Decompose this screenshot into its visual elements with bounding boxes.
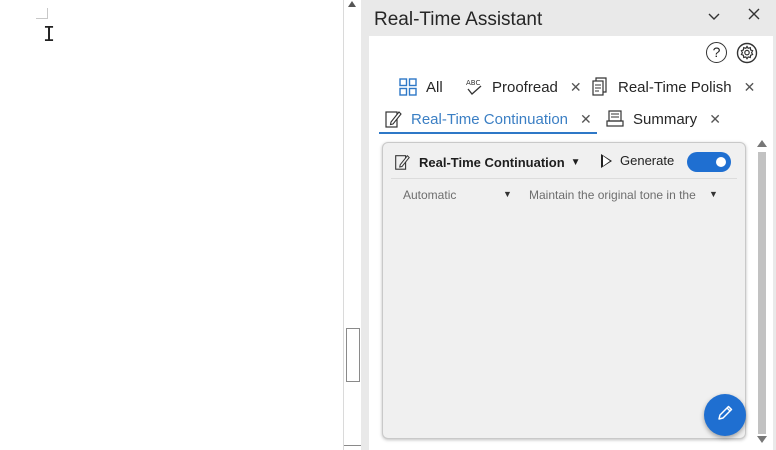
pane-scrollbar[interactable] xyxy=(757,140,767,445)
assistant-pane: Real-Time Assistant ? All ABC Proofread … xyxy=(361,0,776,450)
generate-button[interactable]: Generate xyxy=(601,153,674,168)
scrollbar-thumb[interactable] xyxy=(346,328,360,382)
tone-select[interactable]: Maintain the original tone in the xyxy=(529,188,696,202)
tab-summary-label: Summary xyxy=(633,110,698,128)
tab-proofread-label: Proofread xyxy=(492,78,558,96)
generate-label: Generate xyxy=(620,153,675,168)
pane-close-icon[interactable] xyxy=(747,7,761,26)
pane-options-chevron-icon[interactable] xyxy=(707,9,721,25)
tab-real-time-continuation-label: Real-Time Continuation xyxy=(411,110,569,128)
document-canvas[interactable]: I xyxy=(0,0,344,450)
tab-real-time-polish[interactable]: Real-Time Polish ✕ xyxy=(590,75,755,99)
tab-proofread[interactable]: ABC Proofread ✕ xyxy=(464,75,582,99)
mode-dropdown[interactable]: Real-Time Continuation ▼ xyxy=(393,153,581,171)
margin-mark-vertical xyxy=(47,8,48,19)
toggle-knob xyxy=(716,157,726,167)
scrollbar-bottom-edge xyxy=(344,445,361,446)
generate-toggle[interactable] xyxy=(687,152,731,172)
svg-text:ABC: ABC xyxy=(466,79,480,87)
document-icon xyxy=(590,77,610,97)
tab-real-time-polish-close-icon[interactable]: ✕ xyxy=(744,79,756,96)
pane-scroll-up-icon[interactable] xyxy=(757,140,767,147)
compose-fab-button[interactable] xyxy=(704,394,746,436)
tone-caret-down-icon[interactable]: ▼ xyxy=(709,189,718,199)
tab-real-time-polish-label: Real-Time Polish xyxy=(618,78,732,96)
help-button[interactable]: ? xyxy=(706,42,727,63)
tab-all-label: All xyxy=(426,78,443,96)
margin-mark-horizontal xyxy=(36,18,47,19)
length-caret-down-icon[interactable]: ▼ xyxy=(503,189,512,199)
continuation-card: Real-Time Continuation ▼ Generate Automa… xyxy=(382,142,746,439)
tab-summary[interactable]: Summary ✕ xyxy=(605,107,721,131)
pane-scroll-track[interactable] xyxy=(758,152,766,434)
text-cursor-icon: I xyxy=(43,22,56,46)
edit-document-icon xyxy=(393,153,411,171)
length-select[interactable]: Automatic xyxy=(403,188,456,202)
settings-gear-icon[interactable] xyxy=(736,42,758,64)
assistant-panel: ? All ABC Proofread ✕ Real-Time Polish ✕… xyxy=(369,36,773,450)
summary-icon xyxy=(605,109,625,129)
tab-real-time-continuation-close-icon[interactable]: ✕ xyxy=(580,111,592,128)
tab-summary-close-icon[interactable]: ✕ xyxy=(709,111,721,128)
play-icon xyxy=(601,153,612,168)
tab-real-time-continuation[interactable]: Real-Time Continuation ✕ xyxy=(383,107,592,131)
edit-document-icon xyxy=(383,109,403,129)
mode-dropdown-label: Real-Time Continuation xyxy=(419,154,565,170)
abc-check-icon: ABC xyxy=(464,77,484,97)
pencil-icon xyxy=(716,404,734,427)
grid-icon xyxy=(398,77,418,97)
scroll-up-arrow-icon[interactable] xyxy=(348,1,356,7)
pane-title: Real-Time Assistant xyxy=(374,9,543,30)
card-divider xyxy=(391,178,737,179)
pane-scroll-down-icon[interactable] xyxy=(757,436,767,443)
document-scrollbar[interactable] xyxy=(343,0,361,450)
active-tab-indicator xyxy=(379,132,597,134)
tab-all[interactable]: All xyxy=(398,75,443,99)
caret-down-icon: ▼ xyxy=(570,156,581,168)
tab-proofread-close-icon[interactable]: ✕ xyxy=(570,79,582,96)
